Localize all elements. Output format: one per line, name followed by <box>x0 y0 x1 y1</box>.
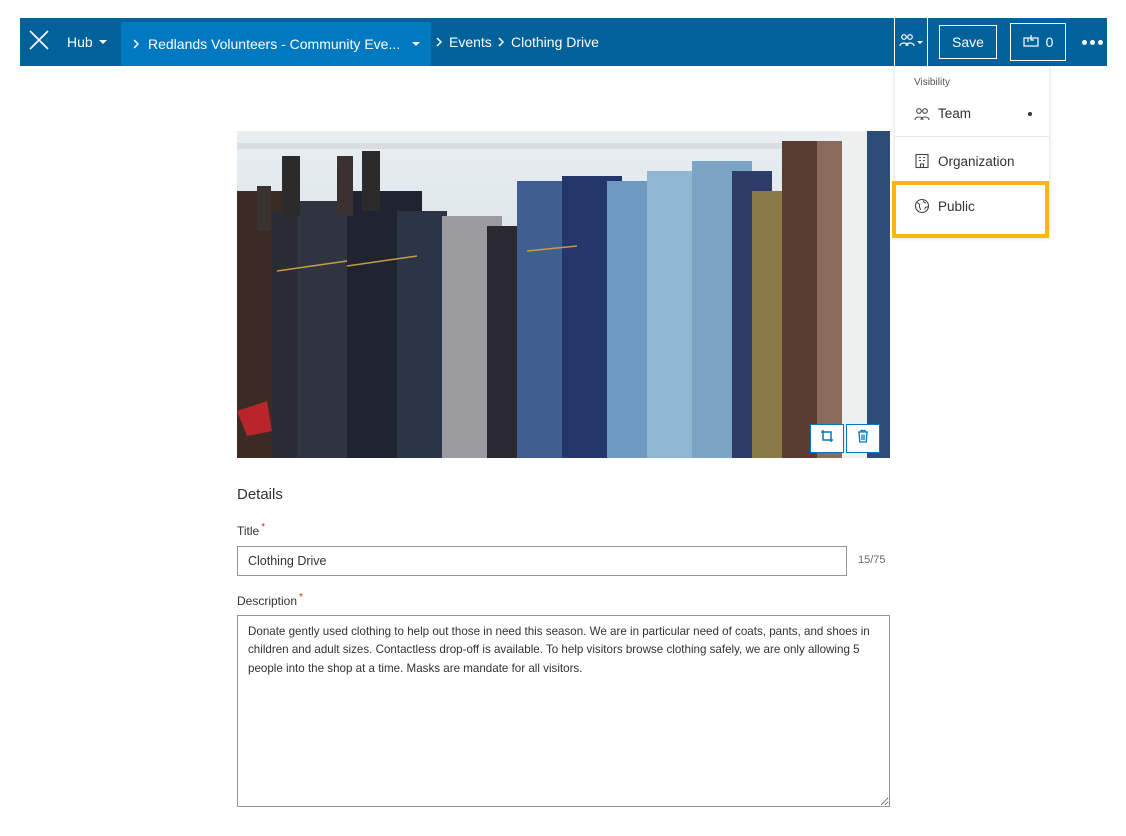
visibility-heading: Visibility <box>914 77 950 88</box>
ellipsis-icon <box>1081 39 1103 45</box>
trash-icon <box>857 429 869 448</box>
breadcrumb-site[interactable]: Redlands Volunteers - Community Eve... <box>121 22 431 66</box>
breadcrumb-events-label: Events <box>449 34 492 50</box>
notifications-button[interactable]: 0 <box>1010 23 1066 61</box>
more-options-button[interactable] <box>1077 18 1107 66</box>
visibility-option-organization[interactable]: Organization <box>895 138 1049 184</box>
description-label-text: Description <box>237 594 298 608</box>
visibility-option-label: Public <box>938 198 975 214</box>
visibility-option-team[interactable]: Team <box>895 91 1049 137</box>
chevron-down-icon <box>98 40 107 44</box>
hub-menu-button[interactable]: Hub <box>58 18 116 66</box>
visibility-option-label: Organization <box>938 153 1015 169</box>
title-label-text: Title <box>237 524 260 538</box>
crop-icon <box>820 429 834 448</box>
delete-image-button[interactable] <box>846 424 880 453</box>
globe-icon <box>914 198 930 214</box>
description-label: Description * <box>237 592 303 608</box>
top-navigation-bar: Hub Redlands Volunteers - Community Eve.… <box>20 18 1107 66</box>
close-icon <box>29 29 49 55</box>
notifications-count: 0 <box>1045 34 1054 50</box>
visibility-button[interactable] <box>894 18 928 66</box>
crop-image-button[interactable] <box>810 424 844 453</box>
chevron-right-icon <box>498 34 505 50</box>
team-icon <box>914 106 930 122</box>
visibility-dropdown: Visibility Team Organization Public <box>895 67 1049 237</box>
breadcrumb-events[interactable]: Events <box>436 18 492 66</box>
save-button[interactable]: Save <box>939 25 997 59</box>
event-image <box>237 131 890 458</box>
save-button-label: Save <box>952 34 984 50</box>
title-character-counter: 15/75 <box>858 554 886 566</box>
required-marker: * <box>261 522 266 533</box>
required-marker: * <box>299 592 303 603</box>
title-label: Title * <box>237 522 266 538</box>
team-icon <box>899 32 915 53</box>
organization-icon <box>914 153 930 169</box>
chevron-down-icon <box>412 42 421 46</box>
close-button[interactable] <box>20 18 58 66</box>
chevron-right-icon <box>133 36 140 52</box>
breadcrumb-site-label: Redlands Volunteers - Community Eve... <box>148 36 401 52</box>
selected-indicator <box>1028 112 1032 116</box>
title-input[interactable] <box>237 546 847 576</box>
chevron-down-icon <box>917 40 923 44</box>
hub-label: Hub <box>67 34 93 50</box>
visibility-option-label: Team <box>938 106 972 121</box>
visibility-option-public[interactable]: Public <box>895 183 1049 229</box>
breadcrumb-current-page[interactable]: Clothing Drive <box>498 18 599 66</box>
details-section-title: Details <box>237 486 283 503</box>
breadcrumb-current-label: Clothing Drive <box>511 34 599 50</box>
chevron-right-icon <box>436 34 443 50</box>
description-textarea[interactable]: Donate gently used clothing to help out … <box>237 615 890 807</box>
mailbox-icon <box>1022 34 1039 51</box>
